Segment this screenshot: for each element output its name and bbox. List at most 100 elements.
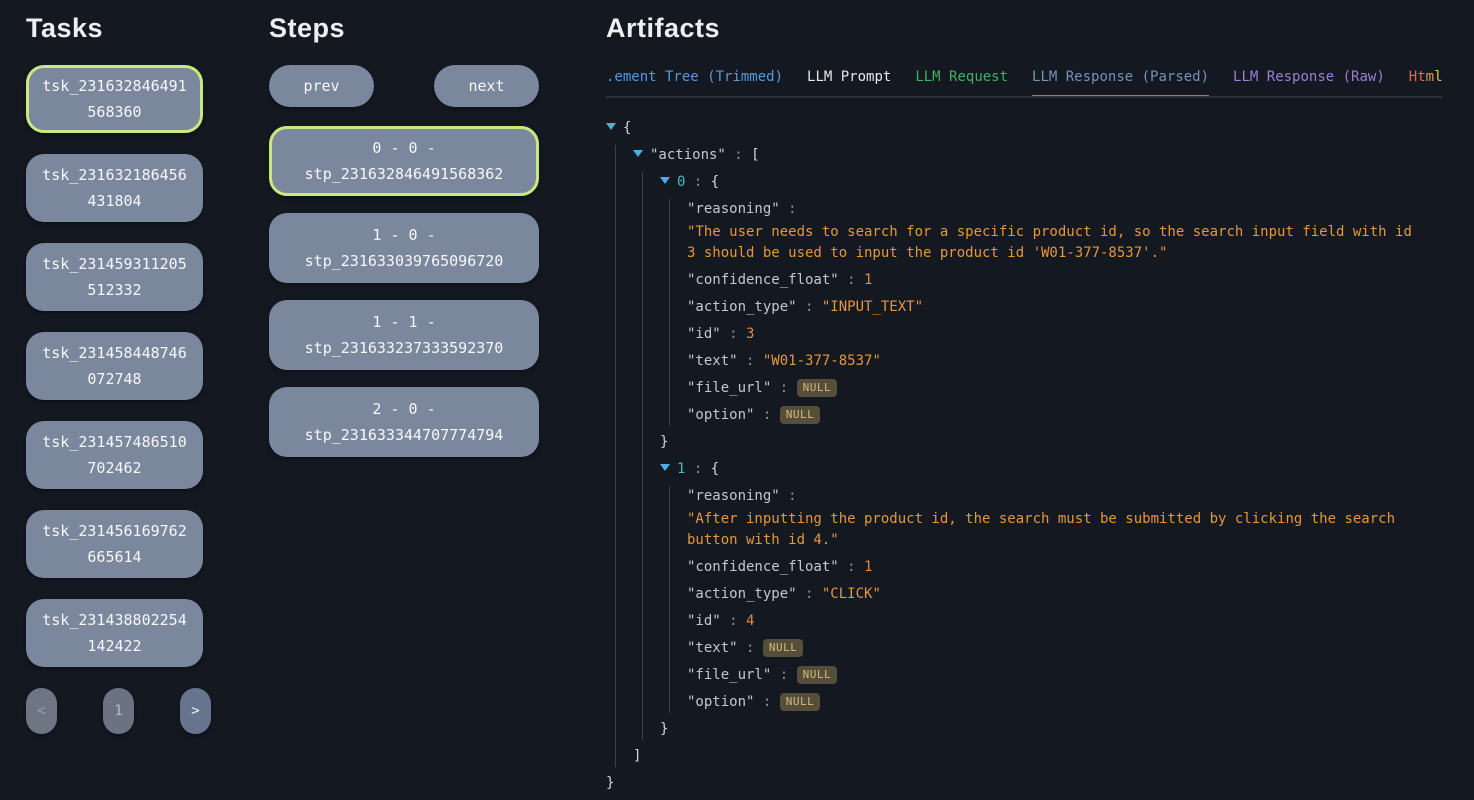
json-colon: : — [754, 407, 779, 423]
json-key: "id" — [687, 326, 721, 342]
steps-title: Steps — [269, 13, 539, 44]
json-key: "action_type" — [687, 299, 797, 315]
json-children: "actions" : [ 0 : { "reasoning" : "The use… — [615, 145, 1442, 767]
json-value-number: 4 — [746, 613, 754, 629]
json-value-string: "After inputting the product id, the sea… — [687, 509, 1412, 551]
json-open-brace: { — [711, 461, 719, 477]
json-close-brace: } — [660, 434, 668, 450]
json-open-line: "actions" : [ — [633, 145, 1442, 166]
tasks-title: Tasks — [26, 13, 203, 44]
json-entry: "confidence_float" : 1 — [687, 557, 1442, 578]
json-entry: "id" : 4 — [687, 611, 1442, 632]
json-close-brace: ] — [633, 748, 641, 764]
json-key: "reasoning" — [687, 201, 780, 217]
json-value-string: "INPUT_TEXT" — [822, 299, 923, 315]
json-colon: : — [780, 488, 797, 504]
json-entry: "text" : NULL — [687, 638, 1442, 659]
json-colon: : — [839, 559, 864, 575]
json-children: 0 : { "reasoning" : "The user needs to se… — [642, 172, 1442, 740]
step-item-prefix: 2 - 0 - — [282, 396, 526, 422]
json-null-badge: NULL — [780, 406, 821, 424]
json-entry: "text" : "W01-377-8537" — [687, 351, 1442, 372]
step-item-id: stp_231633344707774794 — [282, 422, 526, 448]
json-key: "reasoning" — [687, 488, 780, 504]
tasks-pagination: < 1 > — [26, 688, 211, 734]
pagination-page-button[interactable]: 1 — [103, 688, 134, 734]
tab-llm-prompt[interactable]: LLM Prompt — [807, 68, 891, 98]
artifacts-panel: Artifacts .ement Tree (Trimmed) LLM Promp… — [606, 13, 1442, 800]
tab-llm-response-parsed[interactable]: LLM Response (Parsed) — [1032, 68, 1209, 98]
tab-llm-request[interactable]: LLM Request — [915, 68, 1008, 98]
json-key: "text" — [687, 640, 738, 656]
json-open-brace: { — [711, 174, 719, 190]
json-entry: "id" : 3 — [687, 324, 1442, 345]
json-children: "reasoning" : "The user needs to search … — [669, 199, 1442, 426]
json-viewer: {"actions" : [0 : {"reasoning" : "The us… — [606, 118, 1442, 794]
json-colon: : — [797, 586, 822, 602]
json-key: "option" — [687, 407, 754, 423]
json-colon: : — [726, 147, 751, 163]
task-item-tsk-231457486510702462[interactable]: tsk_231457486510702462 — [26, 421, 203, 489]
task-item-tsk-231438802254142422[interactable]: tsk_231438802254142422 — [26, 599, 203, 667]
json-value-number: 3 — [746, 326, 754, 342]
task-item-tsk-231632846491568360[interactable]: tsk_231632846491568360 — [26, 65, 203, 133]
json-colon: : — [721, 326, 746, 342]
tab-label-part: m — [1426, 69, 1434, 85]
json-node: "actions" : [ 0 : { "reasoning" : "The use… — [633, 145, 1442, 767]
json-key: "action_type" — [687, 586, 797, 602]
json-close-line: } — [660, 432, 1442, 453]
tab-ement-tree-trimmed[interactable]: .ement Tree (Trimmed) — [606, 68, 783, 98]
json-entry: "action_type" : "CLICK" — [687, 584, 1442, 605]
collapse-arrow-icon[interactable] — [660, 464, 670, 471]
tab-html-raw[interactable]: Html (Raw) — [1409, 68, 1442, 98]
artifacts-title: Artifacts — [606, 13, 1442, 44]
json-open-brace: [ — [751, 147, 759, 163]
task-item-tsk-231456169762665614[interactable]: tsk_231456169762665614 — [26, 510, 203, 578]
pagination-prev-button[interactable]: < — [26, 688, 57, 734]
task-item-tsk-231458448746072748[interactable]: tsk_231458448746072748 — [26, 332, 203, 400]
json-colon: : — [771, 380, 796, 396]
json-entry: "action_type" : "INPUT_TEXT" — [687, 297, 1442, 318]
tab-label-part: Ht — [1409, 69, 1426, 85]
json-null-badge: NULL — [797, 379, 838, 397]
step-item-stp-231633237333592370[interactable]: 1 - 1 -stp_231633237333592370 — [269, 300, 539, 370]
step-item-stp-231633039765096720[interactable]: 1 - 0 -stp_231633039765096720 — [269, 213, 539, 283]
json-value-number: 1 — [864, 272, 872, 288]
json-colon: : — [754, 694, 779, 710]
json-colon: : — [839, 272, 864, 288]
collapse-arrow-icon[interactable] — [606, 123, 616, 130]
json-node: 0 : { "reasoning" : "The user needs to se… — [660, 172, 1442, 453]
steps-panel: Steps prev next 0 - 0 -stp_2316328464915… — [269, 13, 539, 800]
collapse-arrow-icon[interactable] — [633, 150, 643, 157]
tasks-panel: Tasks tsk_231632846491568360 tsk_23163218… — [26, 13, 203, 800]
json-close-brace: } — [660, 721, 668, 737]
tab-label-part: l — [1434, 69, 1442, 85]
json-colon: : — [738, 353, 763, 369]
steps-next-button[interactable]: next — [434, 65, 539, 107]
json-value-number: 1 — [864, 559, 872, 575]
json-null-badge: NULL — [797, 666, 838, 684]
json-entry: "file_url" : NULL — [687, 665, 1442, 686]
task-item-tsk-231632186456431804[interactable]: tsk_231632186456431804 — [26, 154, 203, 222]
step-item-prefix: 0 - 0 - — [282, 135, 526, 161]
steps-prev-button[interactable]: prev — [269, 65, 374, 107]
json-colon: : — [780, 201, 797, 217]
collapse-arrow-icon[interactable] — [660, 177, 670, 184]
step-item-stp-231632846491568362[interactable]: 0 - 0 -stp_231632846491568362 — [269, 126, 539, 196]
json-node: {"actions" : [0 : {"reasoning" : "The us… — [606, 118, 1442, 794]
task-item-tsk-231459311205512332[interactable]: tsk_231459311205512332 — [26, 243, 203, 311]
json-children: "reasoning" : "After inputting the produ… — [669, 486, 1442, 713]
json-entry: "reasoning" : "The user needs to search … — [687, 199, 1442, 264]
step-item-stp-231633344707774794[interactable]: 2 - 0 -stp_231633344707774794 — [269, 387, 539, 457]
step-item-id: stp_231633039765096720 — [282, 248, 526, 274]
json-open-line: 0 : { — [660, 172, 1442, 193]
json-value-string: "W01-377-8537" — [763, 353, 881, 369]
json-key: "file_url" — [687, 667, 771, 683]
json-open-brace: { — [623, 120, 631, 136]
json-value-string: "The user needs to search for a specific… — [687, 222, 1412, 264]
json-colon: : — [685, 174, 710, 190]
step-nav: prev next — [269, 65, 539, 107]
pagination-next-button[interactable]: > — [180, 688, 211, 734]
tab-llm-response-raw[interactable]: LLM Response (Raw) — [1233, 68, 1385, 98]
json-value-string: "CLICK" — [822, 586, 881, 602]
